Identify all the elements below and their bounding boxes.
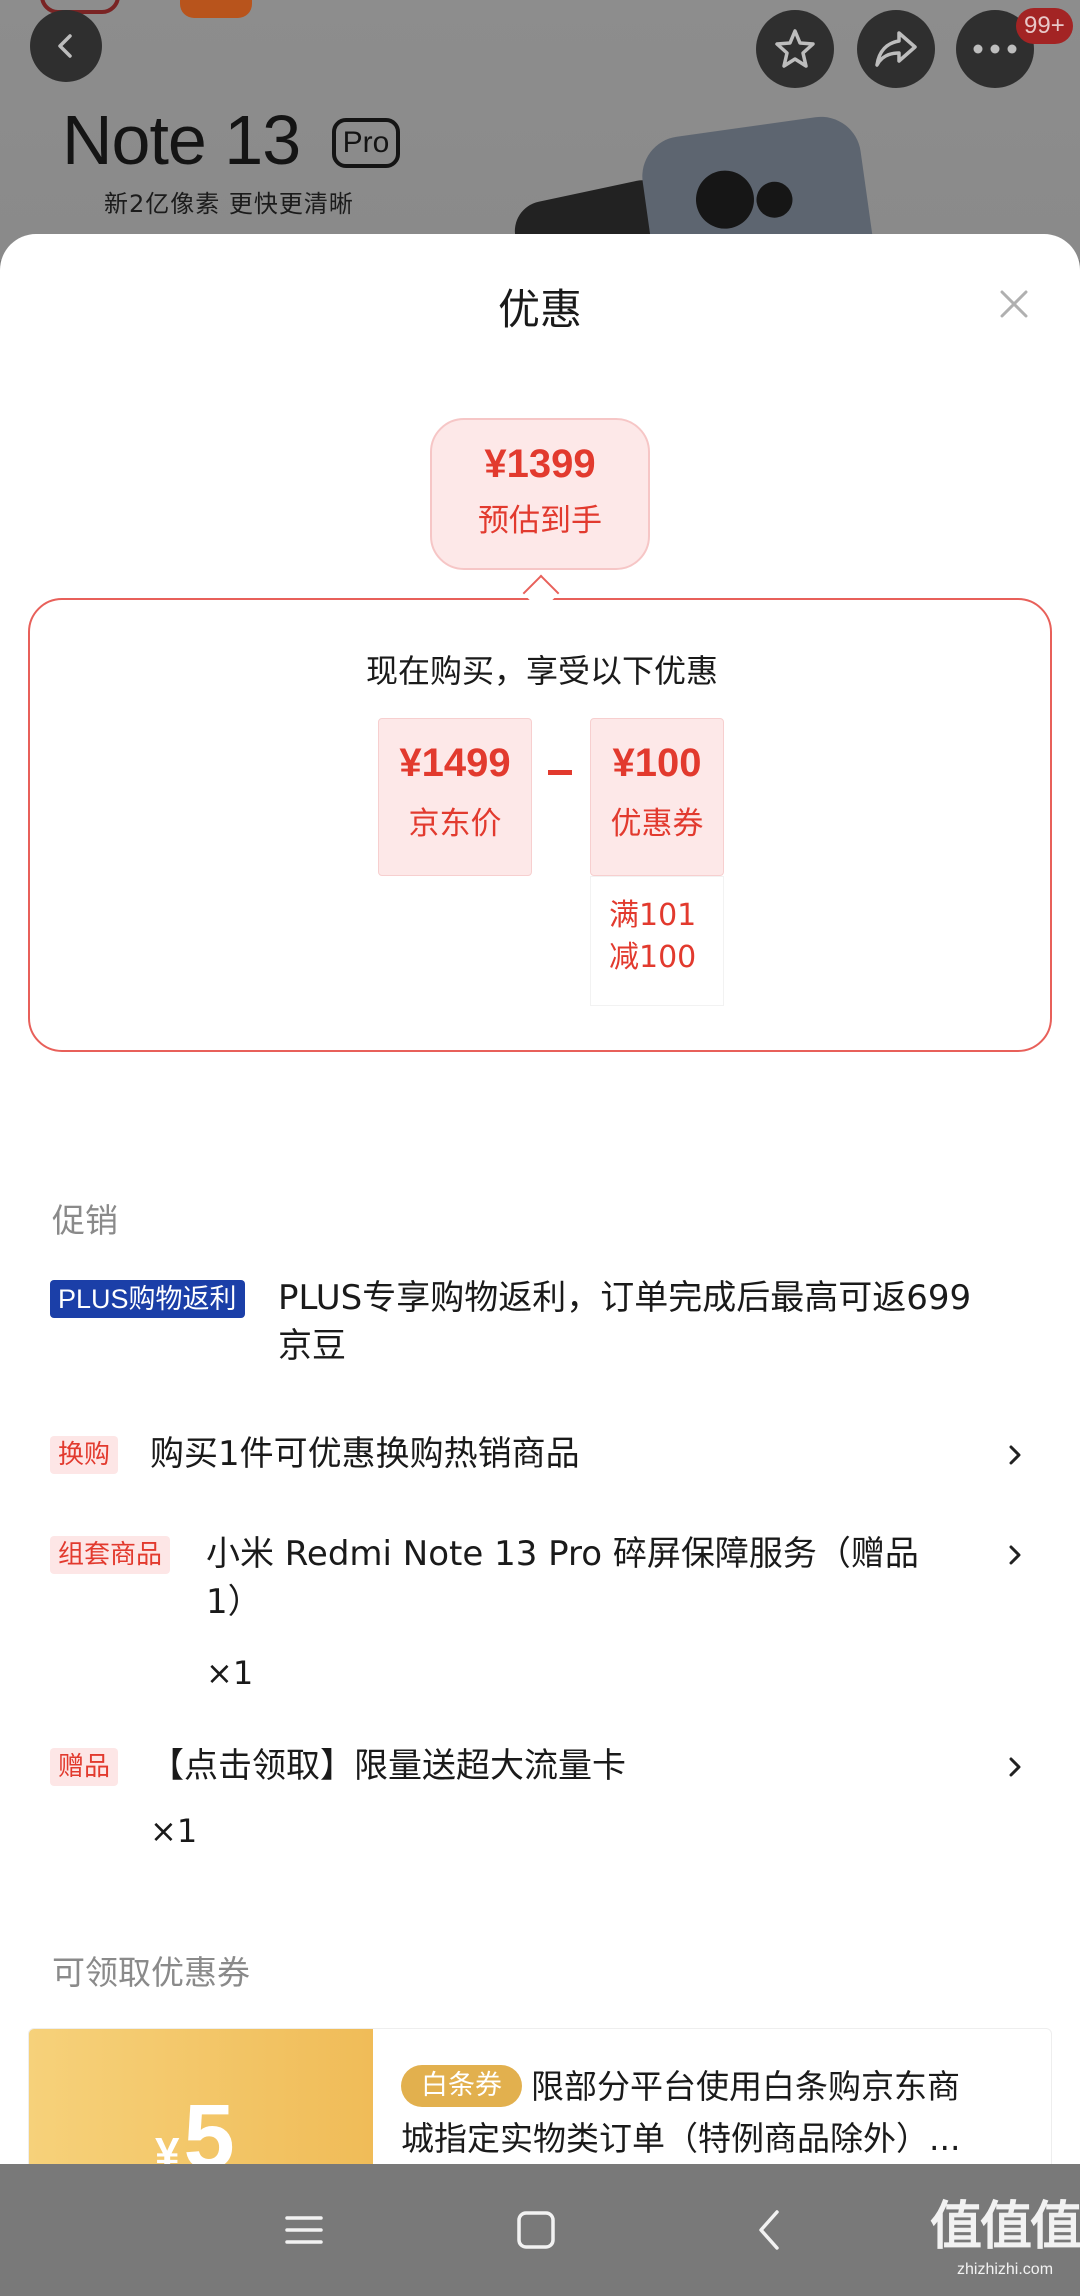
star-icon [775, 29, 815, 68]
price-calculation-box: 现在购买，享受以下优惠 ¥1499 京东价 ¥100 优惠券 满101 减100 [28, 598, 1052, 1052]
trade-in-tag: 换购 [50, 1436, 119, 1474]
coupons-section-label: 可领取优惠券 [52, 1953, 250, 1992]
promotions-section-label: 促销 [52, 1201, 118, 1240]
notification-badge: 99+ [1016, 8, 1073, 44]
bundle-tag: 组套商品 [50, 1536, 171, 1574]
home-button[interactable] [504, 2198, 568, 2262]
coupon-condition-line: 减100 [609, 940, 697, 975]
watermark-url: zhizhizhi.com [956, 2261, 1054, 2278]
coupon-amount: ¥5 [155, 2085, 235, 2164]
estimated-price: ¥1399 [484, 442, 596, 486]
chevron-right-icon [1009, 1757, 1021, 1777]
back-arrow-icon [58, 34, 72, 58]
coupon-currency: ¥ [155, 2129, 180, 2164]
product-banner-badge: Pro [332, 118, 400, 168]
coupon-discount-value: ¥100 [612, 741, 702, 785]
close-icon [1000, 290, 1028, 318]
back-chevron-icon [759, 2210, 779, 2250]
coupon-value-panel: ¥5 [29, 2029, 373, 2164]
share-icon [875, 31, 917, 67]
watermark: 值值值 zhizhizhi.com [930, 2184, 1080, 2279]
offers-sheet: 优惠 ¥1399 预估到手 现在购买，享受以下优惠 ¥1499 京东价 ¥100… [0, 234, 1080, 2164]
menu-icon [285, 2216, 323, 2244]
coupon-condition: 满101 减100 [590, 876, 724, 1006]
promotion-quantity: ×1 [206, 1654, 254, 1692]
promotion-text: PLUS专享购物返利，订单完成后最高可返699 [278, 1278, 972, 1318]
back-button[interactable] [30, 10, 102, 82]
promotion-text: 1） [206, 1582, 262, 1622]
camera-lens [692, 166, 758, 233]
coupon-discount-card: ¥100 优惠券 [590, 718, 724, 876]
favorite-button[interactable] [756, 10, 834, 88]
promotion-text: 京豆 [278, 1326, 346, 1366]
promotion-quantity: ×1 [150, 1812, 198, 1850]
product-banner-title: Note 13 [62, 101, 301, 179]
jd-price-label: 京东价 [408, 806, 502, 842]
calculation-heading: 现在购买，享受以下优惠 [365, 652, 718, 690]
estimated-price-label: 预估到手 [478, 503, 602, 539]
baitiao-coupon-tag: 白条券 [401, 2065, 522, 2107]
promotion-text: 【点击领取】限量送超大流量卡 [150, 1746, 626, 1786]
coupon-description-line: 城指定实物类订单（特例商品除外）... [401, 2119, 961, 2158]
coupon-condition-line: 满101 [609, 898, 697, 933]
promotion-text: 购买1件可优惠换购热销商品 [150, 1434, 580, 1474]
close-button[interactable] [994, 284, 1034, 324]
camera-lens [754, 179, 795, 221]
banner-orange-shape [180, 0, 252, 18]
watermark-logo: 值值值 [930, 2197, 1080, 2257]
chevron-right-icon [1009, 1545, 1021, 1565]
estimated-price-bubble: ¥1399 预估到手 [430, 418, 650, 570]
share-button[interactable] [857, 10, 935, 88]
more-dots-icon [973, 44, 1017, 54]
gift-tag: 赠品 [50, 1748, 119, 1786]
recent-apps-button[interactable] [272, 2198, 336, 2262]
promotion-text: 小米 Redmi Note 13 Pro 碎屏保障服务（赠品 [206, 1534, 919, 1574]
home-square-icon [517, 2211, 555, 2249]
minus-sign [548, 770, 572, 775]
coupon-amount-value: 5 [183, 2086, 235, 2164]
coupon-card[interactable]: ¥5 限部分平台使用白条购京东商 城指定实物类订单（特例商品除外）... 白条券 [28, 2028, 1052, 2164]
jd-price-value: ¥1499 [399, 741, 511, 785]
system-back-button[interactable] [738, 2198, 802, 2262]
chevron-right-icon [1009, 1445, 1021, 1465]
product-banner-subtitle: 新2亿像素 更快更清晰 [104, 190, 354, 218]
plus-rebate-tag: PLUS购物返利 [50, 1280, 245, 1318]
sheet-title: 优惠 [497, 285, 582, 334]
coupon-discount-label: 优惠券 [610, 806, 704, 842]
jd-price-card: ¥1499 京东价 [378, 718, 532, 876]
system-navigation-bar: 值值值 zhizhizhi.com [0, 2164, 1080, 2296]
